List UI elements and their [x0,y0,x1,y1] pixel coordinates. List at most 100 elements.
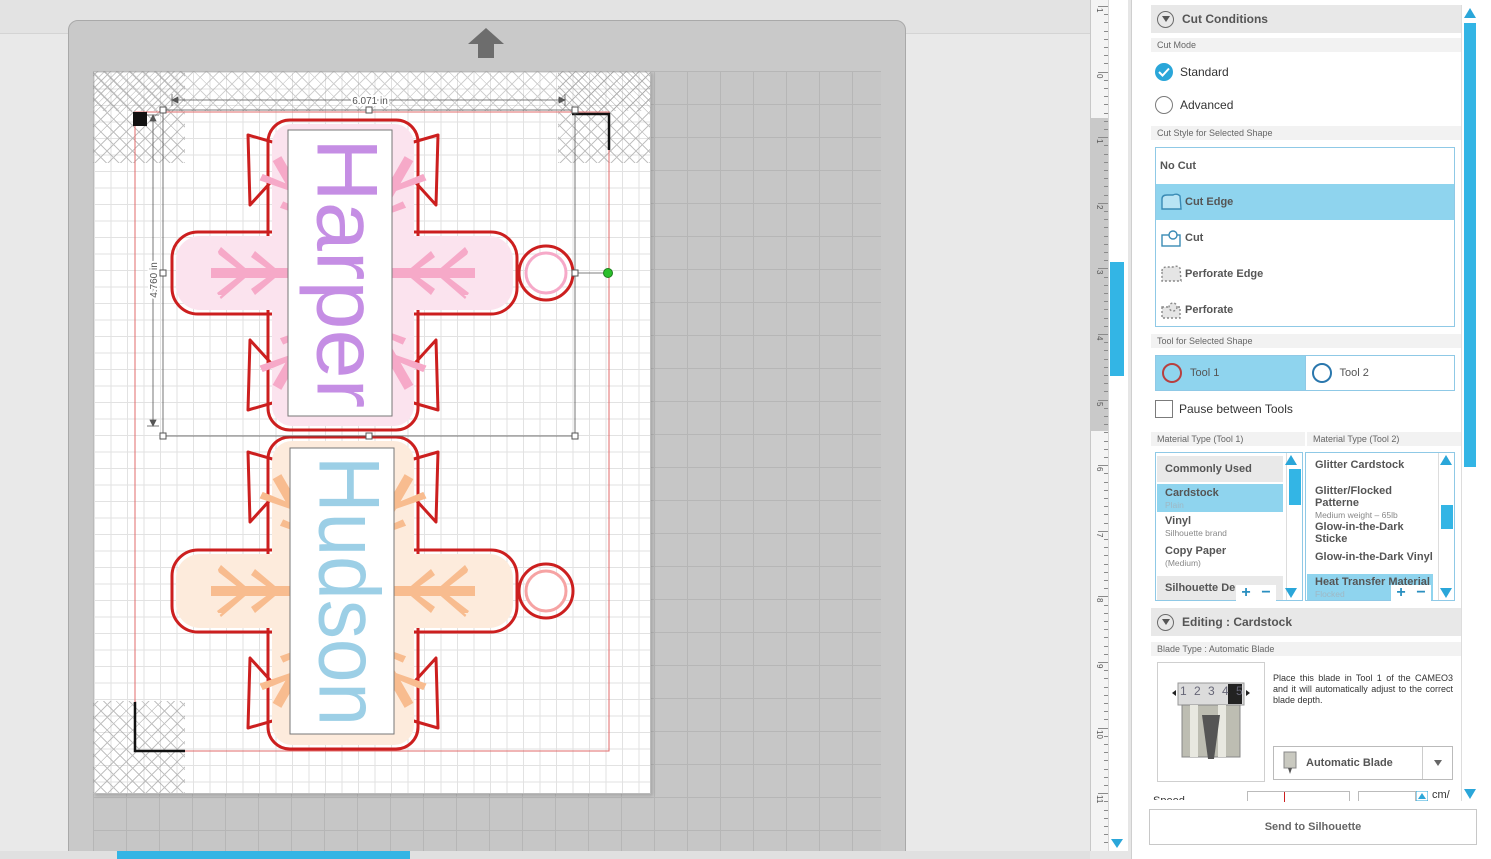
cut-style-cut[interactable]: Cut [1156,220,1454,256]
blade-icon [1283,751,1297,774]
name-text-hudson[interactable]: Hudson [300,456,396,726]
tool-2-ring-icon [1311,363,1332,383]
tool-1-label: Tool 1 [1190,367,1220,379]
add-material-button[interactable]: + [1236,585,1256,601]
material-list-1-scrollbar[interactable] [1286,453,1302,600]
material-item[interactable]: Glitter/Flocked Patterne Medium weight – … [1307,485,1433,520]
speed-slider[interactable] [1247,791,1350,802]
scroll-down-arrow-icon[interactable] [1109,836,1125,850]
cut-style-perforate[interactable]: Perforate [1156,292,1454,328]
checkmark-icon[interactable] [1155,63,1173,81]
cut-style-label: Perforate [1185,304,1234,316]
name-text-harper[interactable]: Harper [298,138,394,408]
stepper-up-icon[interactable] [1416,791,1428,801]
resize-handle-tl[interactable] [159,106,167,114]
cut-style-label: Cut [1185,232,1204,244]
ruler-number: 7 [1095,532,1104,538]
ruler-number: 1 [1095,8,1104,13]
resize-handle-l[interactable] [159,269,167,277]
tool-label: Tool for Selected Shape [1151,334,1461,348]
ruler-number: 0 [1095,73,1104,79]
cut-edge-icon [1161,193,1182,210]
ruler-number: 2 [1095,204,1104,210]
mode-standard-label: Standard [1180,65,1229,79]
tool-2-label: Tool 2 [1339,367,1369,379]
add-material-button[interactable]: + [1391,585,1411,601]
resize-handle-br[interactable] [571,432,579,440]
pause-checkbox[interactable] [1155,400,1173,418]
registration-mark-square [133,112,147,126]
cut-conditions-header[interactable]: Cut Conditions [1151,5,1461,33]
resize-handle-b[interactable] [365,432,373,440]
material-list-2-controls: + − [1391,585,1431,601]
tool-1-button[interactable]: Tool 1 [1156,356,1305,390]
mode-standard-option[interactable]: Standard [1151,60,1229,84]
material-list-2-scrollbar[interactable] [1438,453,1454,600]
material-item[interactable]: Glitter Cardstock [1307,459,1433,485]
panel-scrollbar[interactable] [1461,5,1477,801]
scroll-down-arrow-icon[interactable] [1463,788,1477,800]
blade-type-select[interactable]: Automatic Blade [1273,746,1453,780]
ornament-harper[interactable]: Harper [170,118,575,432]
section-title: Editing : Cardstock [1182,615,1293,629]
resize-handle-r[interactable] [571,269,579,277]
editing-header[interactable]: Editing : Cardstock [1151,608,1461,636]
ruler-number: 4 [1095,336,1104,341]
resize-handle-tr[interactable] [571,106,579,114]
scroll-down-arrow-icon[interactable] [1439,587,1453,599]
material-item[interactable]: Cardstock Plain [1157,484,1283,512]
resize-handle-t[interactable] [365,106,373,114]
ruler-number: 8 [1095,598,1104,603]
scroll-up-arrow-icon[interactable] [1463,7,1477,19]
tool-2-button[interactable]: Tool 2 [1304,356,1455,390]
material-list-tool-2[interactable]: Glitter Cardstock Glitter/Flocked Patter… [1305,452,1455,601]
cut-style-cut-edge[interactable]: Cut Edge [1156,184,1454,220]
resize-handle-bl[interactable] [159,432,167,440]
horizontal-scrollbar-thumb[interactable] [117,851,410,859]
cut-style-perforate-edge[interactable]: Perforate Edge [1156,256,1454,292]
material-item[interactable]: Glow-in-the-Dark Vinyl [1307,551,1433,575]
registration-mark-corner-bl [133,702,185,753]
pause-label: Pause between Tools [1179,402,1293,416]
cut-style-label: Cut Edge [1185,196,1234,208]
perforate-edge-icon [1161,265,1182,282]
tool-1-ring-icon [1162,363,1182,383]
material-list-tool-1[interactable]: Commonly Used Cardstock Plain Vinyl Silhou… [1155,452,1303,601]
automatic-blade-icon [1172,682,1250,759]
material-tool-1-label: Material Type (Tool 1) [1151,432,1305,446]
chevron-down-icon[interactable] [1157,10,1174,28]
blade-preview [1157,662,1265,782]
pause-between-tools-option[interactable]: Pause between Tools [1155,400,1293,418]
speed-input[interactable] [1358,791,1416,801]
mode-advanced-label: Advanced [1180,98,1234,112]
cut-icon [1161,230,1181,247]
ruler-number: 1 [1095,139,1104,144]
material-item[interactable]: Vinyl Silhouette brand [1157,515,1283,543]
ruler-scrollbar[interactable] [1108,0,1128,851]
width-dimension-label: 6.071 in [352,96,388,107]
chevron-down-icon[interactable] [1422,747,1452,779]
scroll-down-arrow-icon[interactable] [1284,587,1298,599]
mode-advanced-option[interactable]: Advanced [1151,93,1233,117]
section-title: Cut Conditions [1182,12,1268,26]
chevron-down-icon[interactable] [1157,613,1174,631]
send-to-silhouette-button[interactable]: Send to Silhouette [1149,809,1477,845]
speed-unit: cm/ [1432,789,1450,801]
ruler-scrollbar-thumb[interactable] [1110,262,1124,376]
canvas-artwork[interactable]: Harper Hudson 6.071 in 4.760 in [0,0,1090,851]
cut-style-no-cut[interactable]: No Cut [1156,148,1454,184]
remove-material-button[interactable]: − [1411,585,1431,601]
scroll-up-arrow-icon[interactable] [1284,454,1298,466]
radio-empty-icon[interactable] [1155,96,1173,114]
cut-style-label: No Cut [1160,160,1197,172]
scroll-up-arrow-icon[interactable] [1439,454,1453,466]
blade-select-value: Automatic Blade [1306,757,1393,769]
tool-selector: Tool 1 Tool 2 [1155,355,1455,391]
ruler-number: 9 [1095,664,1104,669]
remove-material-button[interactable]: − [1256,585,1276,601]
material-item[interactable]: Commonly Used [1157,456,1283,482]
ornament-hudson[interactable]: Hudson [170,435,575,751]
material-item[interactable]: Copy Paper (Medium) [1157,545,1283,573]
rotate-handle[interactable] [603,268,613,278]
material-item[interactable]: Glow-in-the-Dark Sticke [1307,521,1433,547]
